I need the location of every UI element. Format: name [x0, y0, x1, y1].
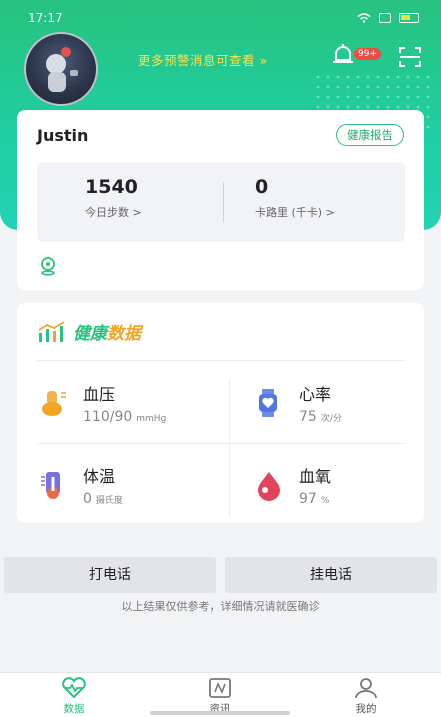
location-icon[interactable]: [39, 256, 57, 276]
heart-rate-metric[interactable]: 心率 75 次/分: [253, 381, 342, 425]
blood-drop-icon: [258, 472, 280, 501]
disclaimer-text: 以上结果仅供参考，详细情况请就医确诊: [121, 600, 320, 613]
stats-divider: [223, 182, 224, 222]
header-row: 更多预警消息可查看 » 99+: [24, 32, 424, 106]
calories-stat[interactable]: 0 卡路里 (千卡) >: [255, 176, 335, 220]
health-data-card: 健康 数据 血压 110/90 mmHg 心率 75 次/分 体温 0 摄氏度 …: [17, 303, 424, 523]
steps-stat[interactable]: 1540 今日步数 >: [85, 176, 142, 220]
home-indicator: [150, 711, 290, 715]
divider: [37, 360, 405, 361]
tab-data[interactable]: 数据: [34, 675, 114, 716]
blood-pressure-unit: mmHg: [136, 414, 167, 424]
health-title-part1: 健康: [73, 324, 107, 344]
heart-rate-label: 心率: [299, 385, 332, 404]
blood-oxygen-label: 血氧: [299, 467, 332, 486]
blood-oxygen-value: 97: [299, 491, 317, 507]
stats-box: 1540 今日步数 > 0 卡路里 (千卡) >: [37, 162, 405, 242]
profile-icon: [355, 678, 377, 699]
wifi-icon: [357, 13, 371, 23]
status-bar: 17:17: [0, 0, 441, 36]
alarm-icon: [333, 44, 353, 63]
alarm-button[interactable]: 99+: [330, 42, 381, 72]
blood-oxygen-metric[interactable]: 血氧 97%: [253, 463, 331, 507]
blood-pressure-metric[interactable]: 血压 110/90 mmHg: [37, 381, 166, 425]
call-button[interactable]: 打电话: [4, 557, 216, 593]
tab-mine-label: 我的: [355, 703, 377, 715]
heart-rate-unit: 次/分: [320, 414, 342, 424]
profile-card: Justin 健康报告 1540 今日步数 > 0 卡路里 (千卡) >: [17, 110, 424, 290]
heart-pulse-icon: [62, 677, 86, 699]
scan-icon[interactable]: [398, 46, 422, 68]
calories-label: 卡路里 (千卡) >: [255, 206, 335, 219]
steps-label: 今日步数 >: [85, 206, 142, 219]
health-data-title: 健康 数据: [37, 319, 141, 344]
alert-messages-link[interactable]: 更多预警消息可查看 »: [138, 50, 268, 69]
tab-data-label: 数据: [63, 703, 85, 715]
tab-mine[interactable]: 我的: [326, 675, 406, 716]
heart-rate-value: 75: [299, 409, 317, 425]
status-time: 17:17: [28, 11, 63, 25]
temperature-value: 0: [83, 491, 92, 507]
divider: [37, 443, 405, 444]
temperature-unit: 摄氏度: [95, 496, 123, 506]
blood-oxygen-unit: %: [320, 496, 330, 506]
calories-value: 0: [255, 176, 269, 198]
blood-pressure-value: 110/90: [83, 409, 133, 425]
blood-pressure-icon: [42, 391, 66, 416]
avatar[interactable]: [24, 32, 98, 106]
tab-news[interactable]: 资讯: [180, 675, 260, 716]
temperature-metric[interactable]: 体温 0 摄氏度: [37, 463, 123, 507]
hangup-button[interactable]: 挂电话: [225, 557, 437, 593]
thermometer-icon: [41, 472, 60, 499]
divider: [229, 379, 230, 517]
steps-value: 1540: [85, 176, 138, 198]
news-icon: [209, 678, 231, 698]
user-name: Justin: [37, 126, 89, 145]
alarm-badge: 99+: [354, 48, 381, 60]
chart-icon: [38, 320, 65, 342]
health-title-part2: 数据: [107, 324, 141, 344]
health-report-button[interactable]: 健康报告: [336, 124, 404, 146]
notification-icon: [379, 13, 391, 23]
blood-pressure-label: 血压: [83, 385, 116, 404]
heart-rate-icon: [259, 389, 277, 417]
battery-icon: [399, 13, 419, 23]
temperature-label: 体温: [83, 467, 116, 486]
